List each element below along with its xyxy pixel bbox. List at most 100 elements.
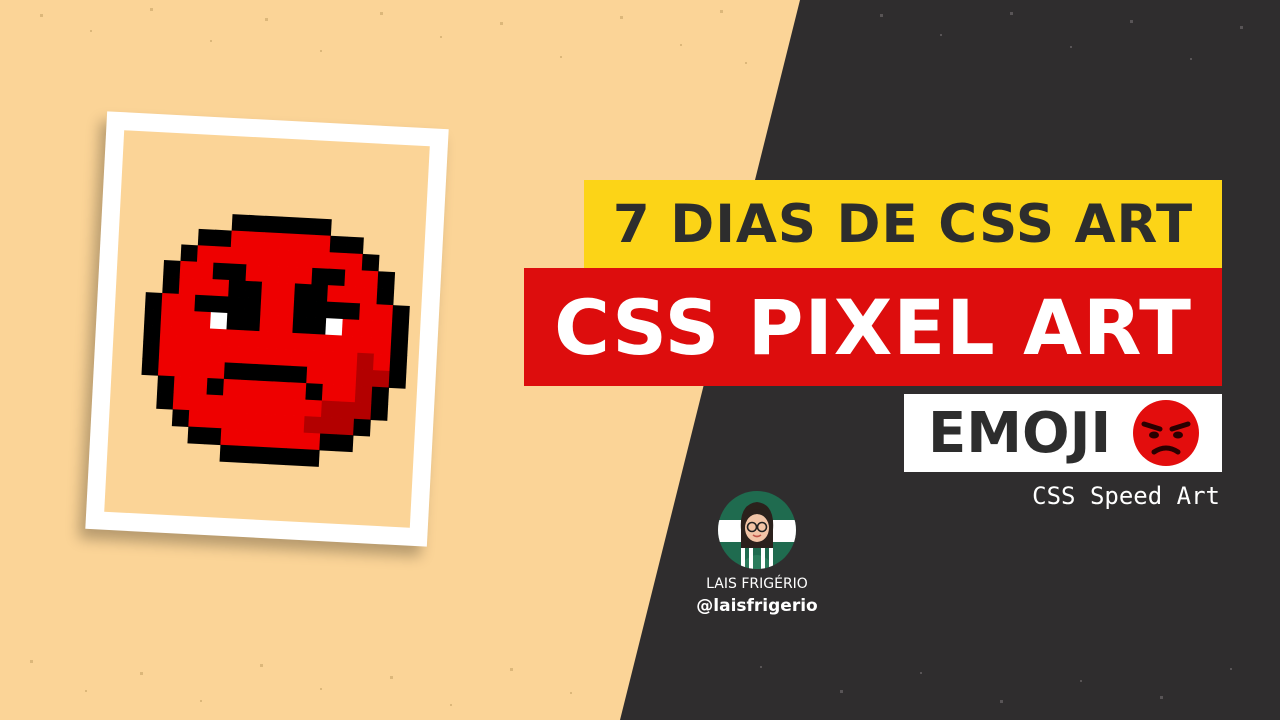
pixel bbox=[223, 362, 242, 381]
pixel bbox=[307, 333, 326, 352]
pixel bbox=[291, 332, 310, 351]
pixel bbox=[389, 354, 408, 373]
pixel bbox=[289, 365, 308, 384]
pixel bbox=[157, 358, 176, 377]
pixel bbox=[377, 271, 396, 290]
pixel bbox=[306, 366, 324, 385]
pixel bbox=[187, 426, 206, 445]
pixel bbox=[374, 320, 393, 339]
pixel bbox=[197, 228, 216, 247]
pixel bbox=[296, 233, 315, 252]
pixel bbox=[309, 300, 328, 319]
pixel bbox=[311, 267, 330, 286]
pixel bbox=[196, 245, 215, 264]
pixel bbox=[356, 352, 375, 371]
pixel bbox=[263, 232, 282, 251]
pixel bbox=[288, 398, 306, 417]
pixel bbox=[303, 416, 322, 434]
pixel bbox=[143, 325, 161, 343]
pixel bbox=[357, 336, 376, 355]
pixel bbox=[253, 429, 272, 448]
pixel bbox=[275, 331, 293, 350]
pixel bbox=[340, 335, 359, 354]
pixel bbox=[208, 345, 226, 363]
pixel bbox=[236, 429, 255, 447]
pixel bbox=[294, 283, 312, 302]
pixel bbox=[157, 375, 175, 394]
pixel bbox=[288, 382, 307, 401]
pixel bbox=[246, 247, 265, 266]
pixel bbox=[360, 270, 379, 289]
pixel bbox=[180, 244, 199, 263]
pixel bbox=[336, 417, 355, 436]
pixel bbox=[258, 331, 277, 349]
pixel bbox=[261, 281, 279, 300]
pixel bbox=[328, 252, 347, 270]
pixel bbox=[280, 233, 298, 251]
pixel bbox=[190, 360, 209, 379]
pixel bbox=[141, 358, 160, 376]
pixel bbox=[231, 214, 250, 232]
pixel bbox=[326, 301, 344, 320]
pixel bbox=[242, 313, 261, 332]
pixel bbox=[255, 397, 273, 415]
pixel bbox=[194, 294, 213, 313]
pixel bbox=[312, 251, 331, 270]
pixel bbox=[244, 280, 263, 299]
pixel bbox=[159, 325, 178, 344]
pixel bbox=[302, 432, 321, 451]
pixel bbox=[245, 264, 264, 283]
pixel bbox=[144, 308, 162, 327]
pixel bbox=[305, 383, 324, 401]
pixel bbox=[192, 327, 211, 346]
pixel bbox=[221, 411, 240, 430]
pixel bbox=[338, 384, 357, 403]
pixel bbox=[213, 246, 232, 264]
pixel bbox=[313, 234, 331, 253]
pixel bbox=[370, 403, 389, 421]
pixel bbox=[209, 328, 227, 347]
pixel bbox=[210, 295, 229, 314]
pixel bbox=[390, 338, 409, 356]
pixel bbox=[205, 394, 224, 413]
pixel bbox=[301, 449, 320, 467]
pixel bbox=[307, 350, 325, 368]
pixel bbox=[188, 410, 207, 428]
pixel bbox=[225, 329, 244, 348]
pixel bbox=[178, 277, 197, 296]
pixel bbox=[256, 364, 275, 382]
pixel bbox=[287, 415, 305, 434]
pixel bbox=[172, 392, 191, 411]
pixel bbox=[222, 395, 240, 414]
pixel bbox=[325, 318, 344, 336]
pixel bbox=[346, 236, 364, 255]
pixel bbox=[353, 402, 372, 420]
pixel bbox=[279, 249, 298, 268]
pixel bbox=[388, 370, 407, 389]
pixel bbox=[220, 428, 239, 447]
pixel bbox=[341, 318, 360, 337]
pixel bbox=[355, 369, 374, 388]
pixel bbox=[161, 292, 180, 311]
pixel bbox=[260, 298, 279, 316]
pixel bbox=[294, 266, 313, 285]
subtitle: CSS Speed Art bbox=[1032, 482, 1220, 510]
pixel bbox=[264, 215, 283, 234]
series-title-banner: 7 DIAS DE CSS ART bbox=[584, 180, 1222, 268]
pixel bbox=[229, 247, 248, 265]
pixel bbox=[162, 276, 181, 295]
main-title: CSS PIXEL ART bbox=[554, 282, 1192, 372]
pixel bbox=[156, 391, 174, 410]
pixel bbox=[339, 368, 357, 387]
pixel bbox=[321, 384, 340, 402]
pixel bbox=[209, 312, 228, 330]
pixel bbox=[177, 293, 196, 312]
pixel bbox=[237, 412, 256, 431]
pixel bbox=[329, 235, 348, 254]
pixel bbox=[353, 418, 371, 437]
pixel bbox=[359, 303, 377, 322]
pixel bbox=[373, 337, 392, 355]
pixel bbox=[222, 378, 241, 397]
pixel bbox=[392, 305, 410, 323]
pixel bbox=[327, 285, 345, 303]
